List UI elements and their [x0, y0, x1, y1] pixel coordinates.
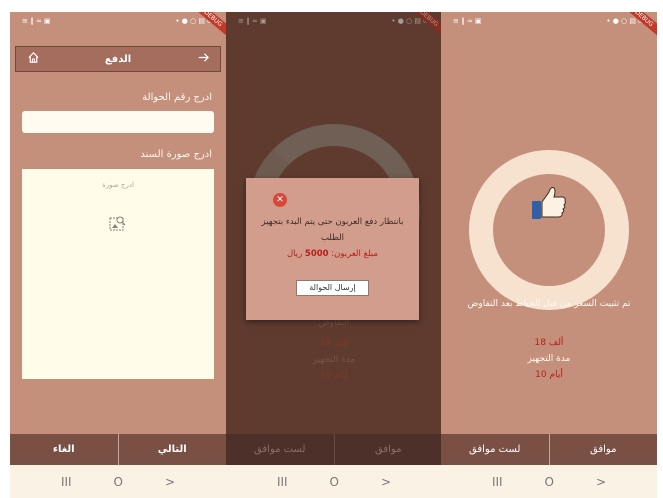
status-left-icons: ≡ ‖ ≈ ▣: [453, 17, 482, 25]
status-ring: [469, 150, 629, 310]
deposit-amount-line: مبلغ العربون: 5000 ريال: [246, 249, 419, 259]
receipt-image-picker[interactable]: ادرج صورة: [22, 169, 214, 379]
send-transfer-button[interactable]: إرسال الحوالة: [296, 280, 369, 296]
screenshot-collage: ≡ ‖ ≈ ▣ • ● ○ ▤ ₀₀:₁ DEBUG الدفع ادرج رق…: [0, 0, 663, 498]
disagree-button[interactable]: لست موافق: [226, 434, 335, 465]
prep-time-value: 10 أيام: [535, 370, 563, 380]
back-nav-icon[interactable]: >: [596, 475, 606, 489]
bottom-action-bar: الغاء التالي: [10, 434, 226, 465]
home-icon[interactable]: [24, 51, 42, 68]
price-confirmed-screen: ≡ ‖ ≈ ▣ • ● ○ ▤ ₀₀:₁ DEBUG تم تثبيت السع…: [441, 12, 657, 498]
arrow-right-icon[interactable]: [194, 51, 212, 68]
deposit-currency: ريال: [286, 249, 303, 259]
agree-button[interactable]: موافق: [335, 434, 443, 465]
image-search-icon: [109, 215, 127, 231]
receipt-image-label: ادرج صورة السند: [140, 149, 212, 160]
back-nav-icon[interactable]: >: [165, 475, 175, 489]
agree-button[interactable]: موافق: [550, 434, 658, 465]
confirmation-message: تم تثبيت السعر من قبل الخياط بعد التفاوض: [467, 299, 631, 309]
status-bar: ≡ ‖ ≈ ▣ • ● ○ ▤ ₀₀:₁: [441, 12, 657, 30]
bottom-action-bar: لست موافق موافق: [226, 434, 442, 465]
deposit-label: مبلغ العربون:: [331, 249, 379, 259]
error-icon: ✕: [273, 193, 287, 207]
prep-time-label: مدة التجهيز: [527, 354, 571, 364]
home-nav-icon[interactable]: O: [330, 475, 339, 489]
app-bar: الدفع: [15, 46, 221, 72]
home-nav-icon[interactable]: O: [545, 475, 554, 489]
system-nav-bar: III O >: [441, 465, 657, 498]
system-nav-bar: III O >: [226, 465, 442, 498]
back-nav-icon[interactable]: >: [381, 475, 391, 489]
transfer-number-input[interactable]: [22, 111, 214, 133]
recents-icon[interactable]: III: [277, 475, 288, 489]
thumbs-up-icon: [530, 183, 568, 223]
home-nav-icon[interactable]: O: [114, 475, 123, 489]
price-value: 18 ألف: [534, 338, 564, 348]
deposit-amount: 5000: [304, 249, 329, 259]
disagree-button[interactable]: لست موافق: [441, 434, 550, 465]
image-picker-caption: ادرج صورة: [102, 181, 134, 189]
system-nav-bar: III O >: [10, 465, 226, 498]
status-bar: ≡ ‖ ≈ ▣ • ● ○ ▤ ₀₀:₁: [10, 12, 226, 30]
page-title: الدفع: [104, 53, 132, 65]
status-left-icons: ≡ ‖ ≈ ▣: [22, 17, 51, 25]
payment-screen: ≡ ‖ ≈ ▣ • ● ○ ▤ ₀₀:₁ DEBUG الدفع ادرج رق…: [10, 12, 226, 498]
cancel-button[interactable]: الغاء: [10, 434, 119, 465]
bottom-action-bar: لست موافق موافق: [441, 434, 657, 465]
recents-icon[interactable]: III: [492, 475, 503, 489]
deposit-dialog-screen: ≡ ‖ ≈ ▣ • ● ○ ▤ ₀₀:₁ DEBUG التفاوض 18 أل…: [226, 12, 442, 498]
transfer-number-label: ادرج رقم الحوالة: [142, 92, 212, 103]
deposit-dialog: ✕ بانتظار دفع العربون حتى يتم البدء بتجه…: [246, 178, 419, 320]
next-button[interactable]: التالي: [119, 434, 227, 465]
dialog-message: بانتظار دفع العربون حتى يتم البدء بتجهيز…: [261, 217, 404, 243]
recents-icon[interactable]: III: [61, 475, 72, 489]
